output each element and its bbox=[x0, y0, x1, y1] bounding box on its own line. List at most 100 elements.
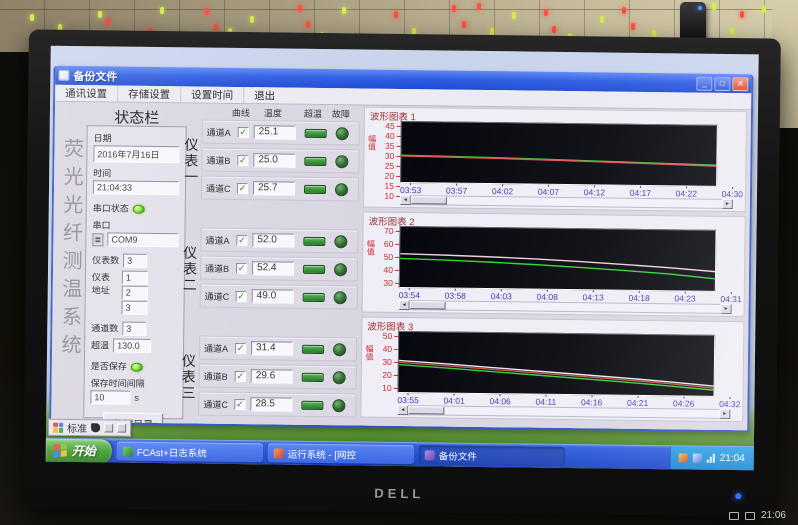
window-title: 备份文件 bbox=[73, 67, 117, 84]
menu-item-3[interactable]: 退出 bbox=[243, 87, 285, 105]
close-button[interactable]: ✕ bbox=[732, 77, 748, 91]
channel-label: 通道C bbox=[205, 289, 236, 302]
x-tick-label: 04:06 bbox=[489, 394, 510, 406]
x-tick-label: 03:54 bbox=[399, 288, 420, 300]
curve-checkbox[interactable]: ✓ bbox=[236, 234, 247, 245]
system-tray: 21:04 bbox=[670, 446, 754, 471]
overtemp-led bbox=[304, 156, 326, 165]
network-icon[interactable] bbox=[707, 454, 715, 463]
address-input[interactable]: 3 bbox=[121, 301, 147, 315]
maximize-button[interactable]: □ bbox=[714, 76, 730, 90]
ime-option-button[interactable] bbox=[104, 423, 113, 432]
curve-checkbox[interactable]: ✓ bbox=[236, 262, 247, 273]
scroll-left-arrow[interactable]: ◄ bbox=[399, 300, 410, 310]
save-enabled-label: 是否保存 bbox=[91, 359, 127, 372]
fault-led bbox=[335, 183, 348, 196]
window-icon bbox=[58, 70, 69, 81]
overtemp-setpoint-input[interactable]: 130.0 bbox=[113, 338, 151, 352]
scroll-left-arrow[interactable]: ◄ bbox=[400, 195, 411, 205]
curve-checkbox[interactable]: ✓ bbox=[237, 154, 248, 165]
overlay-icon bbox=[745, 512, 755, 520]
temperature-value: 29.6 bbox=[251, 369, 293, 384]
chart-y-axis: 4540353025201510 bbox=[374, 121, 401, 183]
address-input[interactable]: 1 bbox=[122, 271, 148, 285]
language-bar[interactable]: 标准 bbox=[48, 419, 131, 437]
column-header-0: 曲线 bbox=[232, 106, 250, 119]
x-tick-label: 04:02 bbox=[492, 184, 513, 196]
taskbar-item-icon bbox=[425, 450, 435, 460]
chart-body: 幅值454035302520151003:5303:5704:0204:0704… bbox=[366, 121, 744, 210]
tray-display-icon[interactable] bbox=[693, 454, 702, 463]
address-label: 仪表 地址 bbox=[92, 270, 110, 296]
overlay-time: 21:06 bbox=[761, 510, 786, 521]
channel-count-input[interactable]: 3 bbox=[122, 322, 146, 336]
y-tick-label: 50 bbox=[384, 252, 400, 262]
taskbar-item[interactable]: 备份文件 bbox=[419, 445, 565, 466]
channel-row: 通道C✓25.7 bbox=[201, 176, 359, 202]
ime-option-button[interactable] bbox=[117, 424, 126, 433]
y-tick-label: 50 bbox=[383, 331, 399, 341]
mimic-green-leds bbox=[0, 0, 4, 7]
scrollbar-thumb[interactable] bbox=[408, 406, 444, 414]
menu-item-2[interactable]: 设置时间 bbox=[180, 86, 243, 104]
status-panel-title: 状态栏 bbox=[87, 106, 187, 126]
curve-checkbox[interactable]: ✓ bbox=[236, 290, 247, 301]
channel-header-row: 曲线温度超温故障 bbox=[204, 106, 366, 120]
curve-checkbox[interactable]: ✓ bbox=[238, 126, 249, 137]
curve-checkbox[interactable]: ✓ bbox=[235, 370, 246, 381]
pen-icon bbox=[91, 423, 100, 432]
y-tick-label: 30 bbox=[385, 151, 401, 161]
monitor-power-led[interactable] bbox=[735, 493, 741, 499]
scroll-right-arrow[interactable]: ► bbox=[722, 199, 733, 209]
x-tick-label: 04:03 bbox=[491, 289, 512, 301]
save-interval-input[interactable]: 10 bbox=[90, 390, 130, 404]
instrument-rows: 通道A✓31.4通道B✓29.6通道C✓28.5 bbox=[198, 336, 359, 422]
waveform-chart: 波形图表 1幅值454035302520151003:5303:5704:020… bbox=[363, 107, 747, 213]
start-button[interactable]: 开始 bbox=[46, 438, 112, 463]
taskbar-item[interactable]: 运行系统 - [网控 bbox=[268, 443, 414, 464]
channel-row: 通道B✓ 29.6 bbox=[199, 364, 357, 390]
channel-label: 通道A bbox=[205, 233, 236, 246]
scrollbar-thumb[interactable] bbox=[411, 196, 447, 204]
x-tick-label: 04:08 bbox=[537, 290, 558, 302]
channels-column: 曲线温度超温故障 仪表一通道A✓25.1通道B✓25.0通道C✓25.7仪表二通… bbox=[178, 105, 366, 430]
taskbar-item[interactable]: FCAst+日志系统 bbox=[117, 442, 263, 463]
temperature-value: 49.0 bbox=[252, 289, 294, 304]
instrument-count-input[interactable]: 3 bbox=[123, 254, 147, 268]
chart-series-line-green bbox=[400, 258, 715, 278]
chart-plot-wrap: 03:5403:5804:0304:0804:1304:1804:2304:31… bbox=[399, 226, 743, 314]
channel-row: 通道A✓31.4 bbox=[199, 336, 357, 362]
menu-item-1[interactable]: 存储设置 bbox=[117, 85, 180, 103]
column-header-2: 超温 bbox=[304, 107, 322, 120]
scroll-right-arrow[interactable]: ► bbox=[721, 304, 732, 314]
instrument-count-label: 仪表数 bbox=[92, 253, 119, 266]
x-tick-label: 04:16 bbox=[581, 395, 602, 407]
address-input[interactable]: 2 bbox=[122, 286, 148, 300]
temperature-value: 28.5 bbox=[250, 397, 292, 412]
taskbar-item-label: 运行系统 - [网控 bbox=[288, 446, 356, 461]
chart-y-axis: 5040302010 bbox=[372, 331, 399, 393]
x-tick-label: 04:18 bbox=[628, 291, 649, 303]
serial-port-select[interactable]: COM9 bbox=[107, 232, 178, 247]
tray-app-icon[interactable] bbox=[679, 453, 688, 462]
scroll-right-arrow[interactable]: ► bbox=[719, 409, 730, 419]
chart-series-line-red bbox=[399, 362, 714, 388]
scroll-left-arrow[interactable]: ◄ bbox=[397, 405, 408, 415]
curve-checkbox[interactable]: ✓ bbox=[237, 182, 248, 193]
overtemp-led bbox=[304, 184, 326, 193]
minimize-button[interactable]: _ bbox=[696, 76, 712, 90]
channel-label: 通道B bbox=[204, 369, 235, 382]
chart-plot-wrap: 03:5504:0104:0604:1104:1604:2104:2604:32… bbox=[397, 331, 741, 419]
serial-status-led bbox=[133, 204, 145, 213]
x-tick-label: 04:12 bbox=[584, 185, 605, 197]
curve-checkbox[interactable]: ✓ bbox=[235, 342, 246, 353]
y-tick-label: 25 bbox=[385, 161, 401, 171]
curve-checkbox[interactable]: ✓ bbox=[234, 398, 245, 409]
menu-item-0[interactable]: 通讯设置 bbox=[55, 84, 117, 102]
monitor-brand-logo: DELL bbox=[374, 486, 424, 502]
instrument-group: 仪表三通道A✓31.4通道B✓29.6通道C✓28.5 bbox=[178, 335, 363, 421]
scrollbar-thumb[interactable] bbox=[410, 301, 446, 309]
taskbar-item-label: 备份文件 bbox=[439, 448, 477, 462]
instrument-rows: 通道A✓52.0通道B✓52.4通道C✓49.0 bbox=[200, 228, 361, 314]
chart-body: 幅值706050403003:5403:5804:0304:0804:1304:… bbox=[365, 226, 743, 315]
